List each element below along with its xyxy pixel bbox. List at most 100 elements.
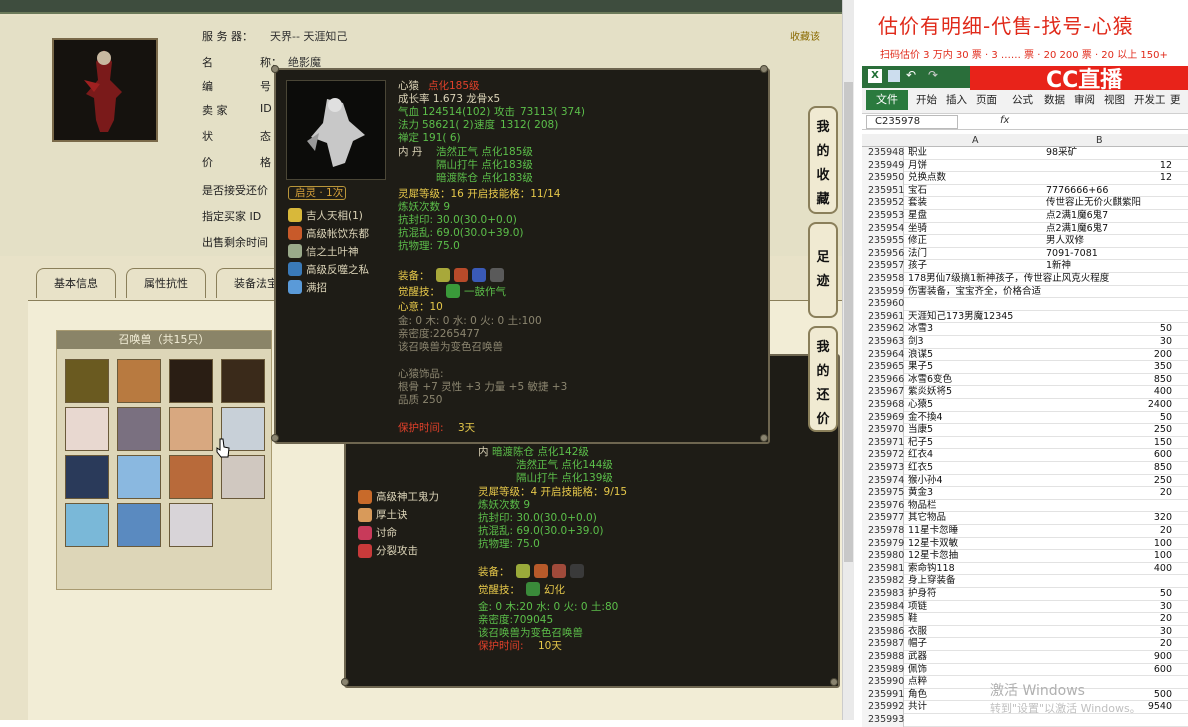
table-row[interactable]: 235966 冰雪6变色 850 [862,373,1188,387]
my-counter-offer-tab[interactable]: 我 的 还 价 [808,326,838,432]
table-row[interactable]: 235956 法门 7091-7081 [862,247,1188,261]
table-row[interactable]: 235959 伤害装备，宝宝齐全，价格合适 [862,285,1188,299]
pet-thumbnail[interactable] [169,455,213,499]
cell-a[interactable]: 角色 [908,689,927,701]
undo-icon[interactable]: ↶ [906,68,916,82]
cell-a[interactable]: 护身符 [908,588,937,600]
cell-a[interactable]: 月饼 [908,160,927,172]
row-number[interactable]: 235950 [862,172,904,185]
cell-a[interactable]: 索命钩118 [908,563,955,575]
cell-a[interactable]: 冰雪6变色 [908,374,952,386]
pet-thumbnail[interactable] [221,359,265,403]
cell-b-number[interactable]: 12 [1160,172,1172,184]
cell-a[interactable]: 猴小孙4 [908,475,943,487]
pet-thumbnail[interactable] [169,359,213,403]
table-row[interactable]: 235983 护身符 50 [862,588,1188,601]
cell-b-number[interactable]: 600 [1154,664,1172,676]
row-number[interactable]: 235991 [862,688,904,702]
cell-a[interactable]: 当康5 [908,424,933,436]
row-number[interactable]: 235987 [862,638,904,651]
cell-b-number[interactable]: 9540 [1148,701,1172,713]
row-number[interactable]: 235951 [862,184,904,198]
pet-thumbnail[interactable] [65,455,109,499]
row-number[interactable]: 235975 [862,487,904,500]
cell-b-number[interactable]: 900 [1154,651,1172,663]
cell-b[interactable]: 传世容止无价火麒紫阳 [1046,197,1141,209]
pet-thumbnail[interactable] [117,503,161,547]
pet-thumbnail[interactable] [169,503,213,547]
ribbon-tab-data[interactable]: 数据 [1044,90,1065,110]
save-icon[interactable] [888,70,900,82]
redo-icon[interactable]: ↷ [928,68,938,82]
table-row[interactable]: 235962 冰雪3 50 [862,323,1188,336]
cell-b-number[interactable]: 50 [1160,412,1172,424]
column-header-a[interactable]: A [972,134,979,147]
row-number[interactable]: 235986 [862,625,904,639]
cell-a[interactable]: 剑3 [908,336,924,348]
table-row[interactable]: 235987 帽子 20 [862,638,1188,651]
row-number[interactable]: 235973 [862,462,904,475]
table-row[interactable]: 235981 索命钩118 400 [862,562,1188,576]
row-number[interactable]: 235959 [862,285,904,299]
cell-a[interactable]: 身上穿装备 [908,575,956,587]
table-row[interactable]: 235960 [862,298,1188,311]
cell-a[interactable]: 金不換4 [908,412,943,424]
cell-a[interactable]: 11星卡忽睡 [908,525,958,537]
cell-a[interactable]: 天涯知己173男魔12345 [908,311,1013,323]
table-row[interactable]: 235972 红衣4 600 [862,449,1188,462]
cell-b-number[interactable]: 30 [1160,601,1172,613]
footprint-tab[interactable]: 足 迹 [808,222,838,318]
cell-a[interactable]: 冰雪3 [908,323,933,335]
table-row[interactable]: 235968 心猿5 2400 [862,399,1188,412]
table-row[interactable]: 235976 物品栏 [862,499,1188,513]
cell-a[interactable]: 浪谋5 [908,349,933,361]
cell-a[interactable]: 果子5 [908,361,933,373]
table-row[interactable]: 235967 紫炎妖将5 400 [862,386,1188,399]
cell-b-number[interactable]: 30 [1160,626,1172,638]
row-number[interactable]: 235953 [862,210,904,223]
cell-b-number[interactable]: 100 [1154,538,1172,550]
cell-b[interactable]: 男人双修 [1046,235,1084,247]
cell-b-number[interactable]: 50 [1160,588,1172,600]
table-row[interactable]: 235984 项链 30 [862,600,1188,614]
cell-a[interactable]: 12星卡忽抽 [908,550,958,562]
cell-a[interactable]: 伤害装备，宝宝齐全，价格合适 [908,286,1041,298]
row-number[interactable]: 235963 [862,336,904,349]
row-number[interactable]: 235979 [862,537,904,551]
ribbon-tab-developer[interactable]: 开发工 [1134,90,1166,110]
row-number[interactable]: 235965 [862,361,904,374]
cell-b[interactable]: 点2满1魔6鬼7 [1046,210,1108,222]
row-number[interactable]: 235960 [862,298,904,311]
cell-a[interactable]: 红衣4 [908,449,933,461]
cell-b-number[interactable]: 2400 [1148,399,1172,411]
row-number[interactable]: 235966 [862,373,904,387]
row-number[interactable]: 235974 [862,474,904,488]
cell-a[interactable]: 12星卡双敏 [908,538,958,550]
cell-a[interactable]: 杞子5 [908,437,933,449]
table-row[interactable]: 235963 剑3 30 [862,336,1188,349]
row-number[interactable]: 235990 [862,676,904,689]
cell-a[interactable]: 心猿5 [908,399,933,411]
cell-a[interactable]: 黄金3 [908,487,933,499]
cell-b-number[interactable]: 150 [1154,437,1172,449]
cell-b-number[interactable]: 500 [1154,689,1172,701]
row-number[interactable]: 235962 [862,323,904,336]
cell-b-number[interactable]: 20 [1160,487,1172,499]
table-row[interactable]: 235965 果子5 350 [862,361,1188,374]
table-row[interactable]: 235975 黄金3 20 [862,487,1188,500]
row-number[interactable]: 235964 [862,348,904,362]
cell-a[interactable]: 紫炎妖将5 [908,386,952,398]
table-row[interactable]: 235980 12星卡忽抽 100 [862,550,1188,563]
pet-thumbnail[interactable] [117,407,161,451]
row-number[interactable]: 235970 [862,424,904,437]
row-number[interactable]: 235969 [862,411,904,425]
ribbon-tab-file[interactable]: 文件 [866,90,908,110]
table-row[interactable]: 235953 星盘 点2满1魔6鬼7 [862,210,1188,223]
cell-a[interactable]: 星盘 [908,210,927,222]
cell-a[interactable]: 修正 [908,235,927,247]
cell-b[interactable]: 98采矿 [1046,147,1077,159]
table-row[interactable]: 235949 月饼 12 [862,159,1188,173]
row-number[interactable]: 235988 [862,651,904,664]
row-number[interactable]: 235971 [862,436,904,450]
fx-icon[interactable]: fx [1000,115,1009,126]
